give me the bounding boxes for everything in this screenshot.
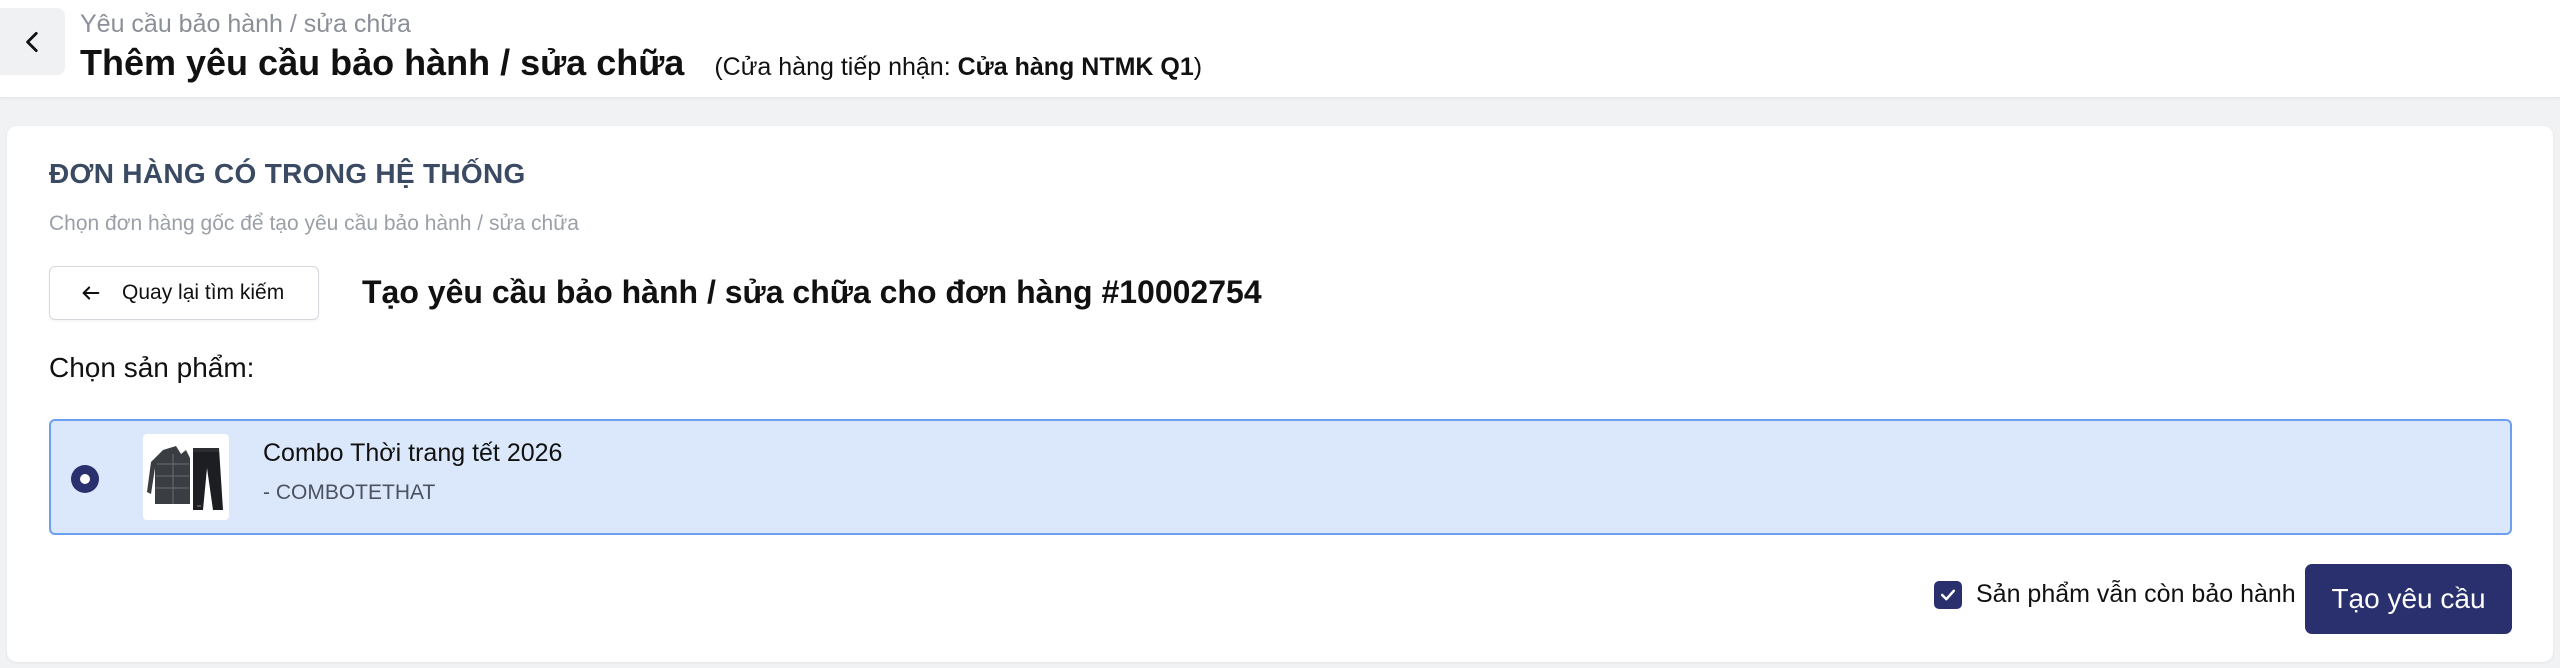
arrow-left-icon: [80, 282, 102, 304]
check-icon: [1940, 589, 1956, 600]
product-radio[interactable]: [71, 465, 99, 493]
store-info: (Cửa hàng tiếp nhận: Cửa hàng NTMK Q1): [714, 53, 1202, 82]
order-heading: Tạo yêu cầu bảo hành / sửa chữa cho đơn …: [362, 274, 1262, 310]
warranty-toggle[interactable]: Sản phẩm vẫn còn bảo hành: [1934, 580, 2296, 609]
page-title: Thêm yêu cầu bảo hành / sửa chữa: [80, 42, 685, 83]
back-to-search-label: Quay lại tìm kiếm: [122, 281, 285, 304]
product-sku: - COMBOTETHAT: [263, 481, 436, 504]
chevron-left-icon: [25, 31, 38, 52]
product-thumbnail: [143, 434, 229, 520]
product-option[interactable]: Combo Thời trang tết 2026 - COMBOTETHAT: [49, 419, 2512, 535]
product-name: Combo Thời trang tết 2026: [263, 439, 563, 467]
back-button[interactable]: [0, 8, 65, 75]
store-prefix: (Cửa hàng tiếp nhận:: [714, 53, 958, 81]
choose-product-label: Chọn sản phẩm:: [49, 352, 255, 383]
section-subtitle: Chọn đơn hàng gốc để tạo yêu cầu bảo hàn…: [49, 212, 579, 235]
section-title: ĐƠN HÀNG CÓ TRONG HỆ THỐNG: [49, 158, 526, 189]
create-request-button[interactable]: Tạo yêu cầu: [2305, 564, 2512, 634]
order-card: ĐƠN HÀNG CÓ TRONG HỆ THỐNG Chọn đơn hàng…: [7, 126, 2553, 662]
title-row: Thêm yêu cầu bảo hành / sửa chữa (Cửa hà…: [80, 42, 1202, 84]
breadcrumb[interactable]: Yêu cầu bảo hành / sửa chữa: [80, 10, 411, 39]
page-header: Yêu cầu bảo hành / sửa chữa Thêm yêu cầu…: [0, 0, 2560, 98]
back-to-search-button[interactable]: Quay lại tìm kiếm: [49, 266, 319, 320]
warranty-checkbox[interactable]: [1934, 580, 1962, 609]
store-name: Cửa hàng NTMK Q1: [957, 53, 1194, 81]
warranty-label: Sản phẩm vẫn còn bảo hành: [1976, 580, 2296, 608]
radio-dot: [80, 474, 90, 484]
store-suffix: ): [1193, 53, 1203, 81]
